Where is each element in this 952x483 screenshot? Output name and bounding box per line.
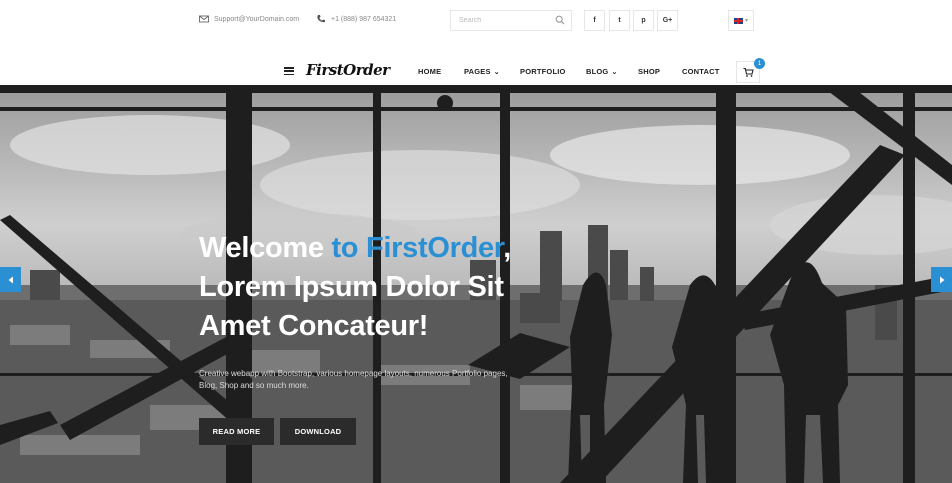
phone-text: +1 (888) 987 654321: [331, 15, 397, 23]
nav-home[interactable]: HOME: [418, 67, 441, 76]
hero-subtitle: Creative webapp with Bootstrap, various …: [199, 369, 508, 390]
google-plus-icon[interactable]: G+: [657, 10, 678, 31]
read-more-button[interactable]: READ MORE: [199, 418, 274, 445]
hamburger-menu-icon[interactable]: [284, 67, 294, 76]
slider-next-button[interactable]: [931, 267, 952, 292]
envelope-icon: [199, 15, 209, 23]
cart-icon: [743, 67, 754, 77]
search-icon[interactable]: [555, 15, 565, 25]
nav-portfolio[interactable]: PORTFOLIO: [520, 67, 566, 76]
nav-shop[interactable]: SHOP: [638, 67, 660, 76]
main-navbar: [0, 40, 952, 85]
chevron-down-icon: ⌄: [611, 68, 618, 76]
chevron-down-icon: ▾: [744, 18, 748, 24]
search-box: [450, 10, 572, 31]
top-bar: Support@YourDomain.com +1 (888) 987 6543…: [0, 0, 952, 40]
nav-blog[interactable]: BLOG ⌄: [586, 67, 618, 76]
facebook-icon[interactable]: f: [584, 10, 605, 31]
hero-slider: Welcome to FirstOrder, Lorem Ipsum Dolor…: [0, 85, 952, 483]
chevron-left-icon: [8, 276, 13, 283]
search-input[interactable]: [451, 11, 551, 30]
chevron-right-icon: [939, 276, 944, 283]
email-text: Support@YourDomain.com: [214, 15, 300, 23]
headline-accent: to FirstOrder: [331, 232, 504, 264]
phone-icon: [317, 15, 325, 23]
language-selector[interactable]: ▾: [728, 10, 754, 31]
nav-contact[interactable]: CONTACT: [682, 67, 720, 76]
slider-prev-button[interactable]: [0, 267, 21, 292]
cart-count-badge: 1: [754, 58, 765, 69]
download-button[interactable]: DOWNLOAD: [280, 418, 356, 445]
chevron-down-icon: ⌄: [493, 68, 500, 76]
email-contact[interactable]: Support@YourDomain.com: [199, 14, 299, 24]
uk-flag-icon: [733, 17, 743, 24]
twitter-icon[interactable]: t: [609, 10, 630, 31]
pinterest-icon[interactable]: p: [633, 10, 654, 31]
hero-headline: Welcome to FirstOrder, Lorem Ipsum Dolor…: [199, 232, 511, 342]
phone-contact[interactable]: +1 (888) 987 654321: [316, 14, 396, 24]
site-logo[interactable]: FirstOrder: [306, 61, 390, 79]
nav-pages[interactable]: PAGES ⌄: [464, 67, 500, 76]
